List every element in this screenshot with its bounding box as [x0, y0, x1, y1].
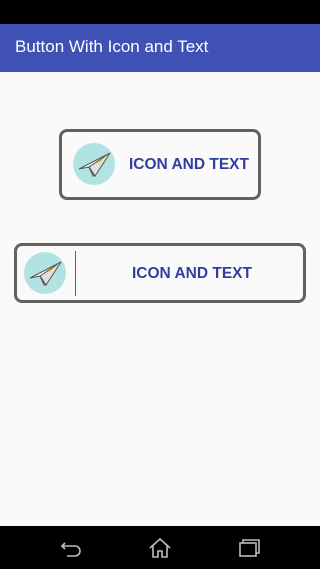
app-title: Button With Icon and Text [15, 37, 209, 56]
app-bar: Button With Icon and Text [0, 24, 320, 72]
paper-plane-icon [24, 252, 66, 294]
status-bar [0, 0, 320, 24]
button-label: ICON AND TEXT [132, 265, 252, 282]
recent-apps-icon[interactable] [237, 536, 261, 560]
button-label: ICON AND TEXT [129, 156, 249, 173]
button-divider [75, 251, 76, 296]
icon-text-button[interactable]: ICON AND TEXT [59, 129, 261, 200]
icon-text-divider-button[interactable]: ICON AND TEXT [14, 243, 306, 303]
paper-plane-icon [73, 143, 115, 185]
content-area: ICON AND TEXT ICON AND TEXT [0, 72, 320, 526]
navigation-bar [0, 526, 320, 569]
home-icon[interactable] [148, 536, 172, 560]
back-icon[interactable] [60, 536, 84, 560]
